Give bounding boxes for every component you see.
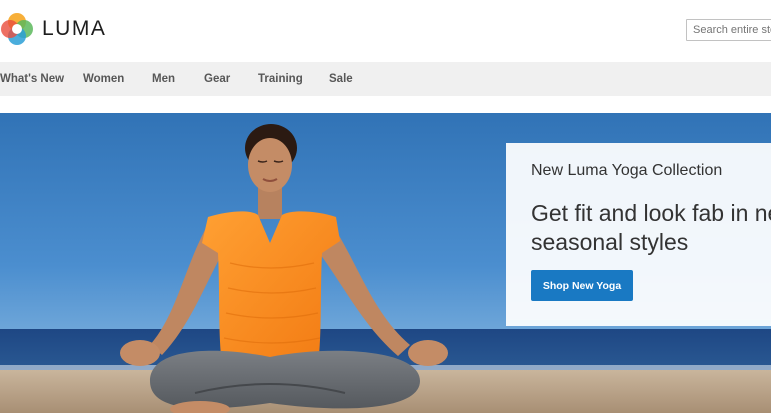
site-header: LUMA [0, 0, 771, 62]
nav-item-gear[interactable]: Gear [204, 62, 230, 96]
promo-title-line2: seasonal styles [531, 229, 689, 255]
promo-title-line1: Get fit and look fab in new [531, 200, 771, 226]
main-nav: What's New Women Men Gear Training Sale [0, 62, 771, 96]
promo-panel: New Luma Yoga Collection Get fit and loo… [506, 143, 771, 326]
nav-item-sale[interactable]: Sale [329, 62, 353, 96]
promo-title: Get fit and look fab in new seasonal sty… [531, 199, 771, 257]
nav-item-women[interactable]: Women [83, 62, 124, 96]
promo-subtitle: New Luma Yoga Collection [531, 162, 723, 179]
nav-item-training[interactable]: Training [258, 62, 303, 96]
search-input[interactable] [686, 19, 771, 41]
luma-logo-icon [1, 13, 33, 45]
logo-text: LUMA [42, 17, 107, 40]
nav-item-whats-new[interactable]: What's New [0, 62, 64, 96]
logo[interactable]: LUMA [0, 12, 106, 46]
nav-item-men[interactable]: Men [152, 62, 175, 96]
shop-new-yoga-button[interactable]: Shop New Yoga [531, 270, 633, 301]
